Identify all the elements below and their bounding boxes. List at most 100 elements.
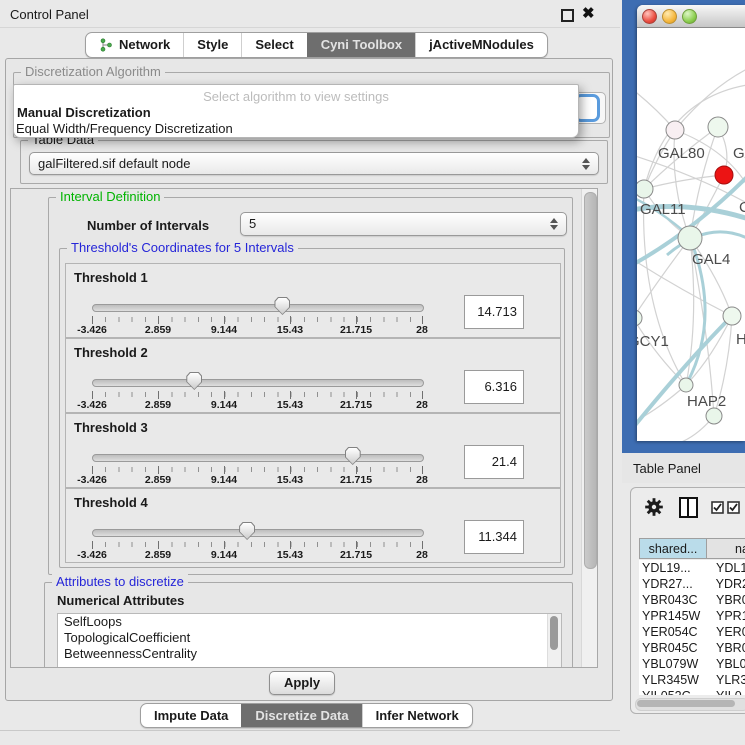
table-row[interactable]: YDL19...YDL1	[639, 560, 745, 576]
vertical-scrollbar[interactable]	[581, 189, 597, 667]
threshold-panel-2: Threshold 2-3.4262.8599.14415.4321.71528…	[65, 338, 561, 413]
cell-name[interactable]: YBR0	[708, 640, 745, 656]
slider-thumb[interactable]	[274, 297, 290, 315]
threshold-value-field[interactable]: 14.713	[464, 295, 524, 329]
slider-thumb[interactable]	[239, 522, 255, 540]
threshold-label: Threshold 4	[74, 495, 148, 510]
table-row[interactable]: YPR145WYPR1	[639, 608, 745, 624]
slider-track[interactable]	[92, 304, 424, 312]
slider-track[interactable]	[92, 379, 424, 387]
slider-major-tick	[224, 541, 225, 549]
attribute-items: SelfLoopsTopologicalCoefficientBetweenne…	[58, 614, 561, 662]
dropdown-item-manual-discretization[interactable]: Manual Discretization	[14, 105, 578, 121]
tab-select[interactable]: Select	[241, 33, 306, 57]
network-node-hap2[interactable]	[679, 378, 693, 392]
cell-name[interactable]: YBL0	[708, 656, 745, 672]
network-node-gal80-neighbor[interactable]	[666, 121, 684, 139]
table-row[interactable]: YLR345WYLR3	[639, 672, 745, 688]
network-node-gal4[interactable]	[678, 226, 702, 250]
close-icon[interactable]: ✖	[582, 4, 595, 22]
split-columns-icon[interactable]	[679, 497, 698, 518]
cell-name[interactable]: YDL1	[708, 560, 745, 576]
checkbox-icon-2[interactable]	[727, 501, 740, 514]
cell-shared-name[interactable]: YBR043C	[639, 592, 708, 608]
slider-track[interactable]	[92, 529, 424, 537]
tab-label: Style	[197, 33, 228, 57]
tab-label: Network	[119, 33, 170, 57]
network-node-bottom[interactable]	[706, 408, 722, 424]
slider-major-tick	[158, 316, 159, 324]
attribute-item-selfloops[interactable]: SelfLoops	[58, 614, 561, 630]
slider-major-tick	[422, 391, 423, 399]
cell-shared-name[interactable]: YIL052C	[639, 688, 708, 695]
network-node-label: GAL80	[658, 145, 705, 162]
network-node-top-right[interactable]	[708, 117, 728, 137]
zoom-traffic-light-icon[interactable]	[682, 9, 697, 24]
network-edge[interactable]	[644, 189, 686, 385]
threshold-value-field[interactable]: 21.4	[464, 445, 524, 479]
cell-shared-name[interactable]: YPR145W	[639, 608, 708, 624]
network-node-label: C	[739, 199, 745, 216]
tab-infer-network[interactable]: Infer Network	[362, 704, 472, 727]
attributes-scrollbar-thumb[interactable]	[550, 616, 558, 650]
minimize-traffic-light-icon[interactable]	[662, 9, 677, 24]
slider-tick-label: 2.859	[145, 474, 171, 486]
table-data-combobox[interactable]: galFiltered.sif default node	[29, 152, 599, 175]
table-row[interactable]: YBR043CYBR0	[639, 592, 745, 608]
network-node-gal11[interactable]	[637, 180, 653, 198]
table-row[interactable]: YBR045CYBR0	[639, 640, 745, 656]
table-panel-bar: Table Panel	[622, 453, 745, 483]
network-edge[interactable]	[690, 238, 732, 316]
slider-thumb[interactable]	[345, 447, 361, 465]
slider-tick-label: 21.715	[340, 549, 372, 561]
network-window-titlebar[interactable]	[637, 5, 745, 28]
number-of-intervals-combobox[interactable]: 5	[240, 212, 567, 236]
cell-shared-name[interactable]: YDR27...	[639, 576, 708, 592]
tab-network[interactable]: Network	[86, 33, 183, 57]
network-canvas[interactable]: GAL80GAGAL11CGAL4GCY1HHAP2	[637, 27, 745, 441]
tab-jactivemnodules[interactable]: jActiveMNodules	[415, 33, 547, 57]
cell-name[interactable]: YER0	[708, 624, 745, 640]
cell-shared-name[interactable]: YDL19...	[639, 560, 708, 576]
horizontal-scrollbar-thumb[interactable]	[637, 700, 735, 707]
tab-style[interactable]: Style	[183, 33, 241, 57]
column-header-shared-name[interactable]: shared...	[639, 538, 707, 559]
column-header-name[interactable]: na	[707, 538, 745, 559]
cell-name[interactable]: YDR2	[708, 576, 745, 592]
attribute-item-topologicalcoefficient[interactable]: TopologicalCoefficient	[58, 630, 561, 646]
threshold-value-field[interactable]: 6.316	[464, 370, 524, 404]
numerical-attributes-list: SelfLoopsTopologicalCoefficientBetweenne…	[57, 613, 562, 668]
horizontal-scrollbar[interactable]	[635, 698, 745, 711]
dropdown-item-equal-width-frequency[interactable]: Equal Width/Frequency Discretization	[14, 121, 578, 136]
cell-name[interactable]: YPR1	[708, 608, 745, 624]
vertical-scrollbar-thumb[interactable]	[584, 192, 597, 569]
slider-thumb[interactable]	[186, 372, 202, 390]
cell-name[interactable]: YLR3	[708, 672, 745, 688]
cell-shared-name[interactable]: YER054C	[639, 624, 708, 640]
checkbox-icon-1[interactable]	[711, 501, 724, 514]
cell-shared-name[interactable]: YLR345W	[639, 672, 708, 688]
slider-track[interactable]	[92, 454, 424, 462]
gear-icon[interactable]	[643, 496, 665, 518]
table-row[interactable]: YBL079WYBL0	[639, 656, 745, 672]
network-node-right-mid[interactable]	[723, 307, 741, 325]
tab-impute-data[interactable]: Impute Data	[141, 704, 241, 727]
table-row[interactable]: YIL052CYIL0	[639, 688, 745, 695]
cell-name[interactable]: YBR0	[708, 592, 745, 608]
float-window-icon[interactable]	[561, 9, 574, 22]
network-node-gcy1[interactable]	[637, 310, 642, 326]
attributes-scrollbar[interactable]	[547, 614, 561, 667]
attribute-item-betweennesscentrality[interactable]: BetweennessCentrality	[58, 646, 561, 662]
tab-cyni-toolbox[interactable]: Cyni Toolbox	[307, 33, 415, 57]
tab-discretize-data[interactable]: Discretize Data	[241, 704, 361, 727]
slider-major-tick	[224, 391, 225, 399]
table-row[interactable]: YDR27...YDR2	[639, 576, 745, 592]
apply-button[interactable]: Apply	[269, 671, 335, 695]
cell-name[interactable]: YIL0	[708, 688, 742, 695]
cell-shared-name[interactable]: YBR045C	[639, 640, 708, 656]
close-traffic-light-icon[interactable]	[642, 9, 657, 24]
cell-shared-name[interactable]: YBL079W	[639, 656, 708, 672]
threshold-value-field[interactable]: 11.344	[464, 520, 524, 554]
network-node-selected-red[interactable]	[715, 166, 733, 184]
table-row[interactable]: YER054CYER0	[639, 624, 745, 640]
